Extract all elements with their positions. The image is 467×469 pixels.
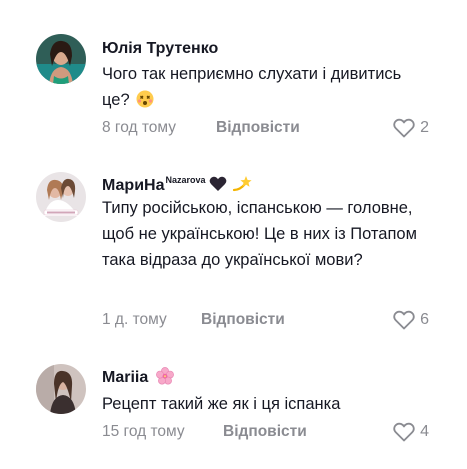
like-count: 4 <box>420 423 429 440</box>
comment-time: 8 год тому <box>102 119 176 136</box>
reply-button[interactable]: Відповісти <box>223 423 307 441</box>
author-name[interactable]: Юлія Трутенко <box>102 40 218 58</box>
like-count: 2 <box>420 119 429 136</box>
black-heart-icon <box>209 176 227 197</box>
author-name[interactable]: Mariia <box>102 369 148 387</box>
cherry-blossom-icon <box>156 366 175 390</box>
comment-time: 1 д. тому <box>102 311 167 328</box>
like-button[interactable]: 4 <box>393 422 429 442</box>
comment-meta: 8 год тому Відповісти 2 <box>102 117 467 139</box>
avatar[interactable] <box>36 172 86 222</box>
comment-item: Mariia Рецепт такий же як і ця іспанка 1… <box>0 350 467 469</box>
comment-time: 15 год тому <box>102 423 185 440</box>
comment-meta: 1 д. тому Відповісти 6 <box>102 309 467 331</box>
like-count: 6 <box>420 311 429 328</box>
comment-text: Рецепт такий же як і ця іспанка <box>102 395 341 413</box>
like-button[interactable]: 2 <box>393 118 429 138</box>
comment-text: Типу російською, іспанською — головне, щ… <box>102 199 417 269</box>
reply-button[interactable]: Відповісти <box>216 119 300 137</box>
avatar[interactable] <box>36 364 86 414</box>
heart-icon <box>393 422 415 442</box>
heart-icon <box>393 310 415 330</box>
avatar[interactable] <box>36 34 86 84</box>
author-name-superscript: Nazarova <box>165 175 206 185</box>
comment-item: Юлія Трутенко Чого так неприємно слухати… <box>0 0 467 150</box>
author-name[interactable]: МариНа <box>102 177 164 195</box>
like-button[interactable]: 6 <box>393 310 429 330</box>
comment-text: Чого так неприємно слухати і дивитись це… <box>102 61 432 116</box>
comment-meta: 15 год тому Відповісти 4 <box>102 421 467 443</box>
author-line: Mariia <box>102 366 175 390</box>
heart-icon <box>393 118 415 138</box>
author-line: Юлія Трутенко <box>102 37 218 61</box>
comment-item: МариНа Nazarova Типу російською, іспансь… <box>0 150 467 350</box>
dizzy-face-icon <box>136 90 154 116</box>
reply-button[interactable]: Відповісти <box>201 311 285 329</box>
